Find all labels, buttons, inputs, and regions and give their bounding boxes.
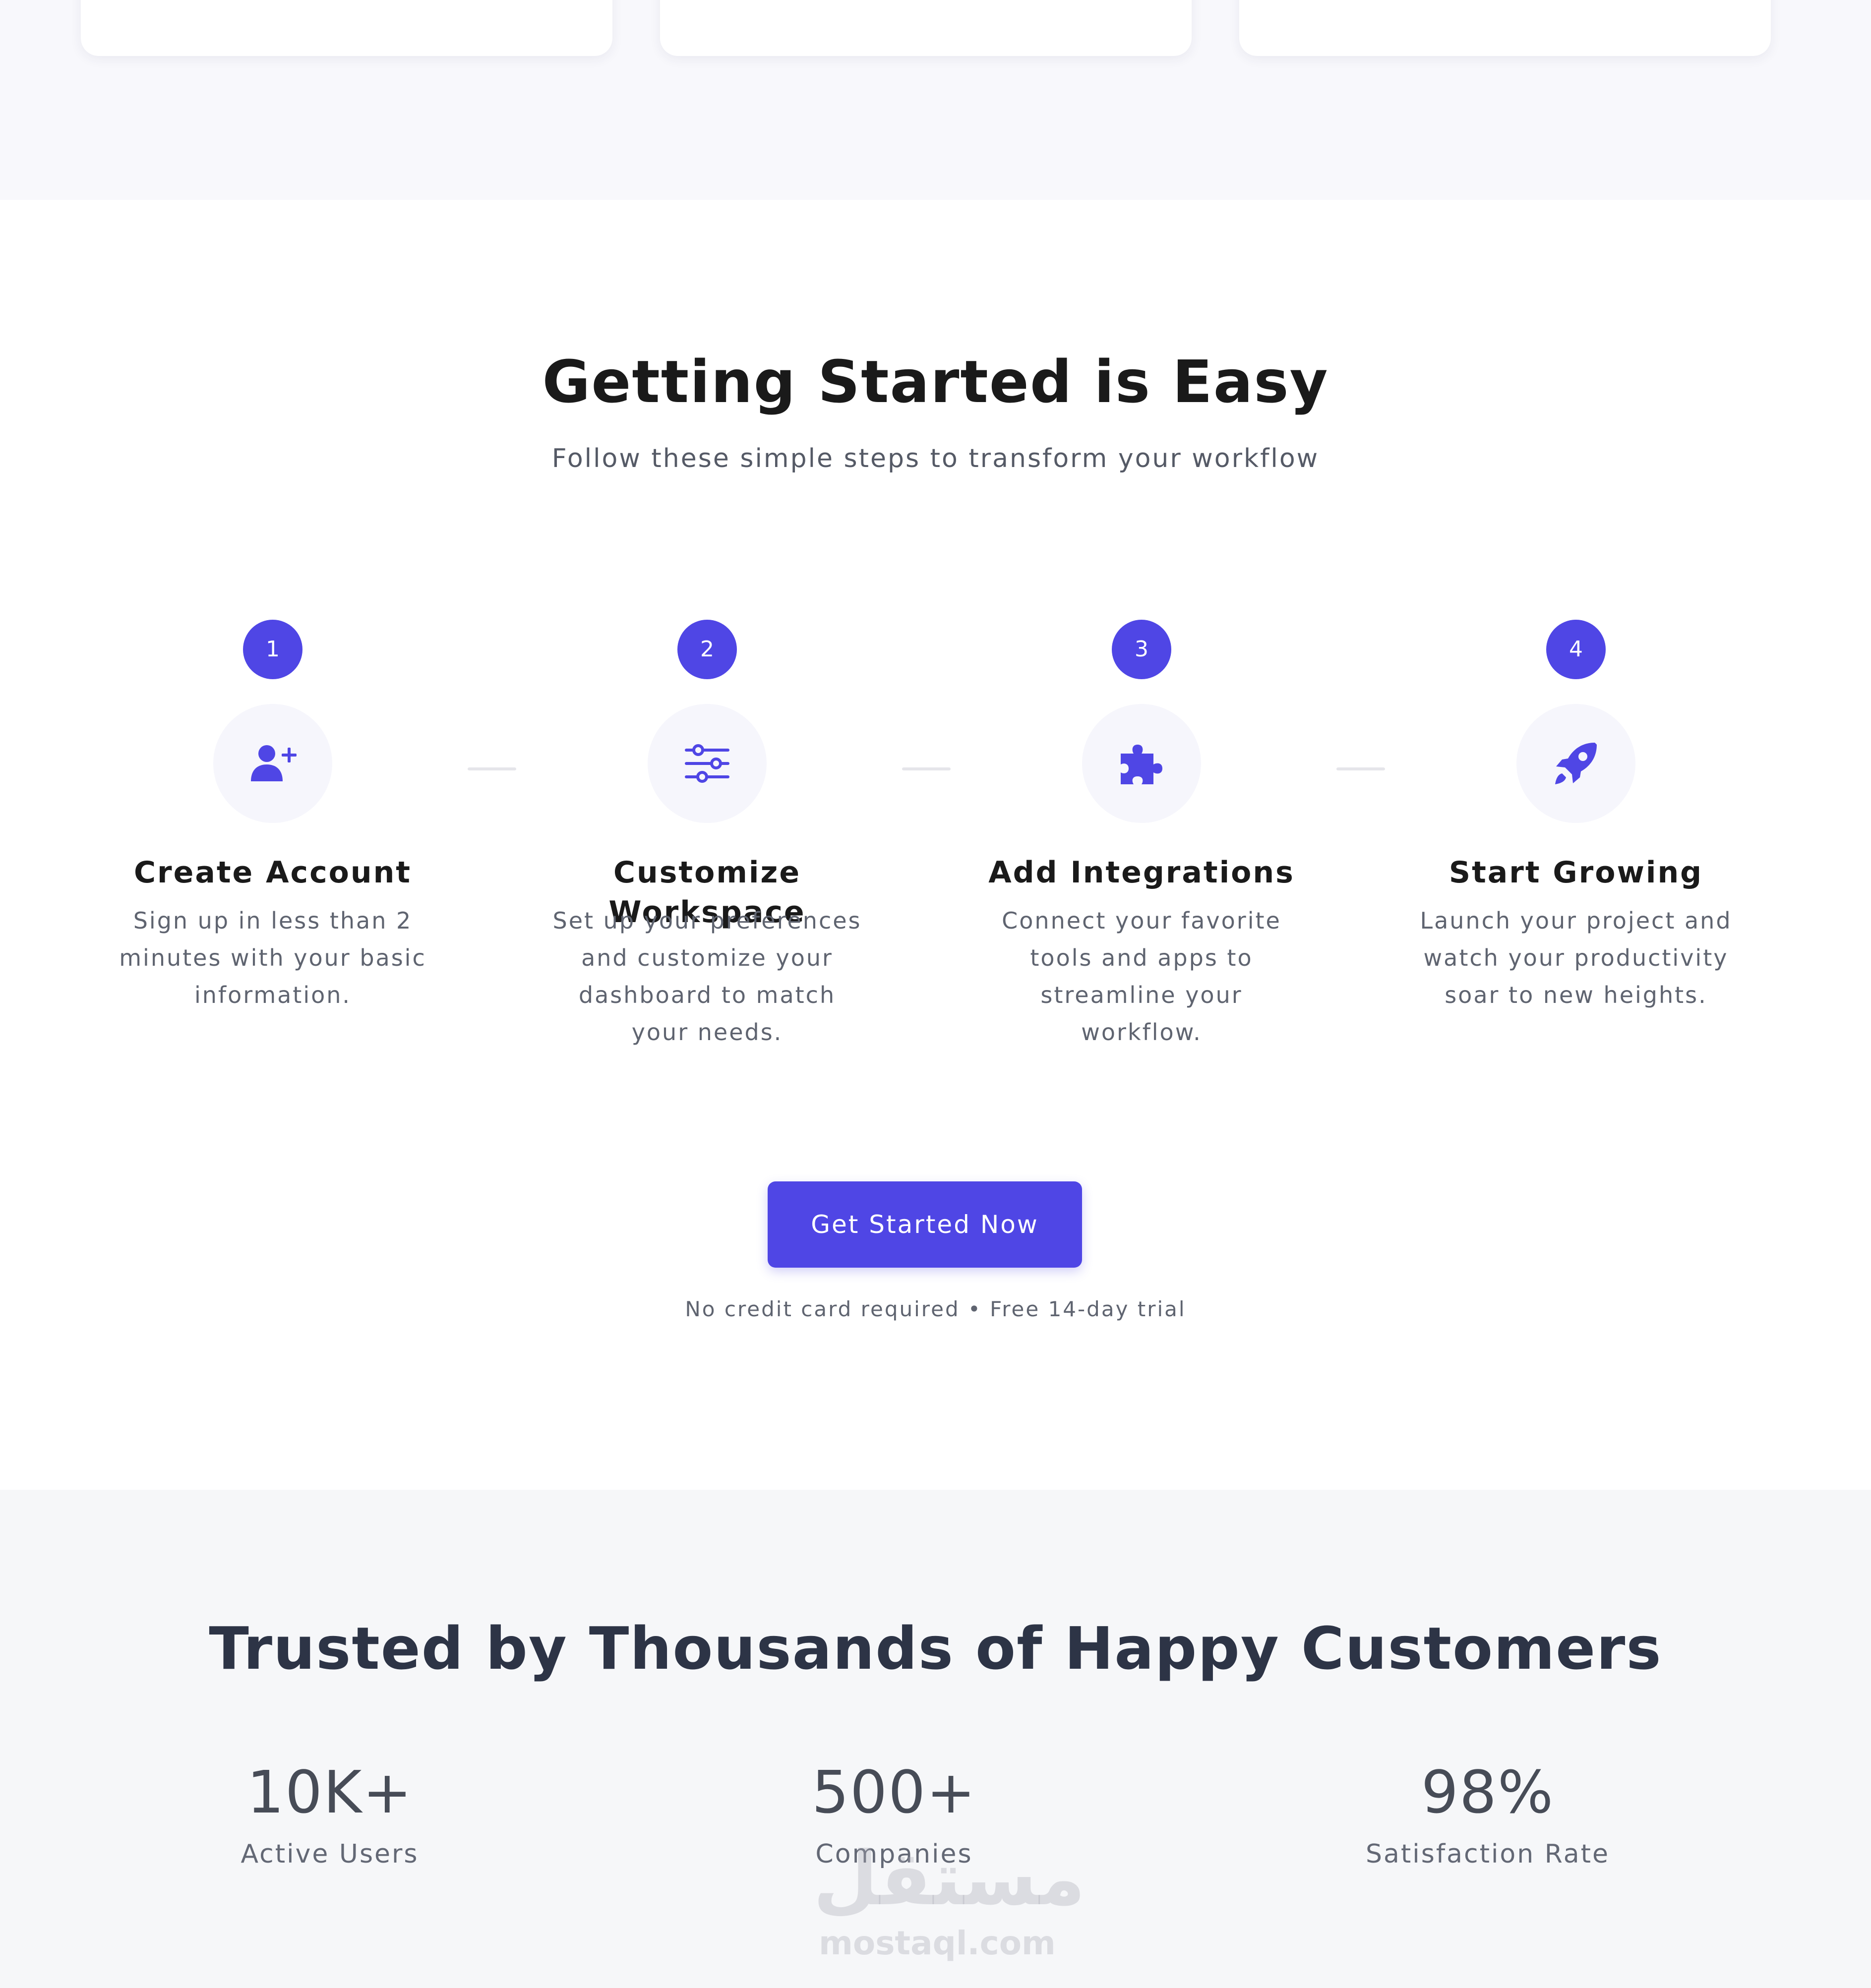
stat-label: Active Users <box>241 1839 419 1869</box>
features-section-bottom <box>0 0 1871 200</box>
step-connector <box>468 767 516 770</box>
trusted-title: Trusted by Thousands of Happy Customers <box>209 1614 1662 1683</box>
step-description: Connect your favorite tools and apps to … <box>1002 907 1281 1046</box>
get-started-button[interactable]: Get Started Now <box>768 1181 1082 1268</box>
stat-value: 500+ <box>811 1758 977 1826</box>
step-number-badge: 2 <box>677 620 737 679</box>
watermark-arabic: مستقل <box>813 1836 1086 1922</box>
step-description: Set up your preferences and customize yo… <box>552 907 862 1046</box>
stat-active-users: 10K+ Active Users <box>131 1750 528 1874</box>
sliders-icon <box>685 744 729 783</box>
step-icon-circle <box>648 704 767 823</box>
step-icon-circle <box>213 704 332 823</box>
cta-note: No credit card required • Free 14-day tr… <box>685 1297 1186 1321</box>
step-description: Launch your project and watch your produ… <box>1420 907 1732 1008</box>
stat-value: 10K+ <box>246 1758 413 1826</box>
step-connector <box>1336 767 1385 770</box>
step-title: Add Integrations <box>988 855 1295 890</box>
step-icon-circle <box>1516 704 1635 823</box>
stat-value: 98% <box>1421 1758 1555 1826</box>
step-connector <box>902 767 951 770</box>
step-number-badge: 3 <box>1112 620 1171 679</box>
step-number-badge: 4 <box>1546 620 1606 679</box>
watermark-latin: mostaql.com <box>819 1924 1056 1962</box>
step-description: Sign up in less than 2 minutes with your… <box>119 907 426 1008</box>
feature-card <box>1239 0 1771 56</box>
getting-started-subtitle: Follow these simple steps to transform y… <box>551 444 1320 473</box>
stat-satisfaction-rate: 98% Satisfaction Rate <box>1289 1750 1686 1874</box>
stat-label: Satisfaction Rate <box>1366 1839 1610 1869</box>
getting-started-title: Getting Started is Easy <box>542 348 1329 416</box>
step-icon-circle <box>1082 704 1201 823</box>
watermark: مستقل mostaql.com <box>813 1834 1086 1963</box>
step-number-badge: 1 <box>243 620 302 679</box>
step-title: Create Account <box>134 855 412 890</box>
puzzle-icon <box>1121 745 1162 784</box>
user-plus-icon <box>251 745 297 781</box>
feature-card <box>660 0 1192 56</box>
feature-card <box>81 0 612 56</box>
step-title: Start Growing <box>1449 855 1703 890</box>
rocket-icon <box>1555 743 1597 784</box>
